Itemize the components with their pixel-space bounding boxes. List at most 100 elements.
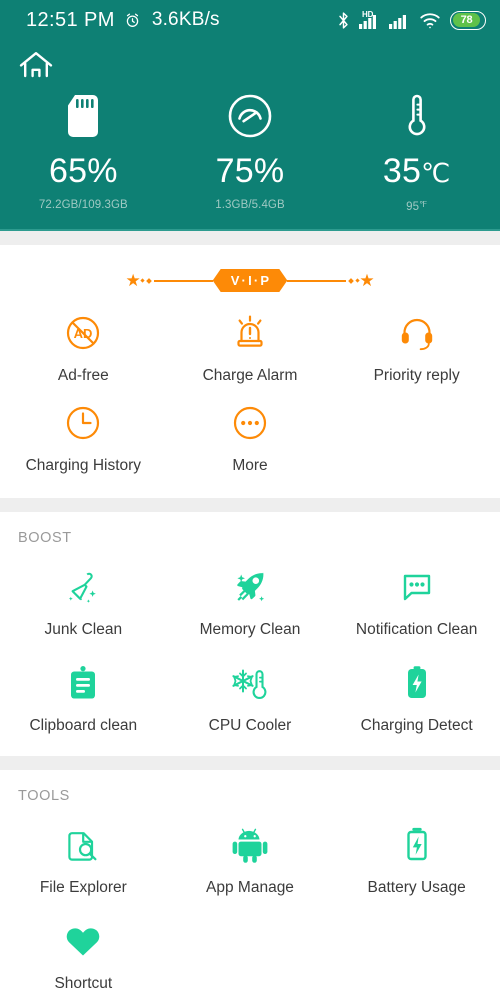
home-button[interactable] — [0, 40, 500, 86]
thermometer-icon — [405, 90, 429, 142]
diamond-dot — [348, 277, 355, 284]
alarm-clock-icon — [124, 12, 141, 29]
headset-icon — [398, 310, 436, 356]
status-bar-right: HD 78 — [337, 9, 486, 30]
vip-item-charge-alarm[interactable]: Charge Alarm — [167, 300, 334, 390]
tools-grid-spacer — [333, 904, 500, 999]
tools-item-label: Shortcut — [54, 975, 113, 993]
vip-item-label: Charge Alarm — [202, 367, 298, 384]
vip-item-label: Ad-free — [57, 367, 109, 384]
header-panel: 65% 72.2GB/109.3GB 75% 1.3GB/5.4GB 35℃ 9… — [0, 40, 500, 229]
battery-indicator: 78 — [450, 10, 486, 30]
stat-memory-value: 75% — [215, 152, 285, 190]
tools-item-file-explorer[interactable]: File Explorer — [0, 808, 167, 904]
status-time: 12:51 PM — [26, 8, 115, 31]
network-speed: 3.6KB/s — [151, 9, 220, 30]
chat-bubble-icon — [397, 564, 437, 610]
tools-item-label: App Manage — [206, 879, 294, 897]
stat-storage-value: 65% — [49, 152, 118, 190]
vip-item-charging-history[interactable]: Charging History — [0, 390, 167, 480]
broom-icon — [63, 564, 103, 610]
boost-grid: Junk Clean Memory Clean Notification Cle… — [0, 550, 500, 756]
boost-item-label: Notification Clean — [355, 621, 478, 639]
boost-item-label: Charging Detect — [360, 717, 473, 735]
tools-section: TOOLS File Explorer App Manage Battery U… — [0, 770, 500, 999]
stat-temperature[interactable]: 35℃ 95℉ — [333, 90, 500, 213]
boost-section-title: BOOST — [18, 530, 72, 547]
tools-item-app-manage[interactable]: App Manage — [167, 808, 334, 904]
cellular-signal-icon — [389, 12, 410, 29]
boost-item-label: CPU Cooler — [208, 717, 292, 735]
heart-icon — [63, 918, 103, 964]
rocket-icon — [230, 564, 270, 610]
temp-f-unit: ℉ — [419, 199, 428, 209]
section-gap — [0, 231, 500, 245]
decoration-line — [287, 279, 347, 282]
more-dots-icon — [231, 400, 269, 446]
tools-item-shortcut[interactable]: Shortcut — [0, 904, 167, 999]
vip-item-priority-reply[interactable]: Priority reply — [333, 300, 500, 390]
vip-item-more[interactable]: More — [167, 390, 334, 480]
temp-f-number: 95 — [406, 201, 420, 213]
temp-number: 35 — [382, 152, 422, 190]
star-icon: ★ — [359, 271, 375, 290]
diamond-dot — [140, 278, 145, 283]
boost-item-charging-detect[interactable]: Charging Detect — [333, 646, 500, 742]
stat-storage-sub: 72.2GB/109.3GB — [38, 199, 128, 211]
boost-item-cpu-cooler[interactable]: CPU Cooler — [167, 646, 334, 742]
android-robot-icon — [230, 822, 270, 868]
vip-decoration-right — [287, 277, 360, 284]
file-search-icon — [63, 822, 103, 868]
clock-icon — [64, 400, 102, 446]
sd-card-icon — [68, 90, 99, 142]
boost-item-label: Clipboard clean — [29, 717, 138, 735]
vip-item-label: More — [232, 457, 268, 475]
boost-section: BOOST Junk Clean Memory Clean Notificati… — [0, 512, 500, 757]
stat-memory[interactable]: 75% 1.3GB/5.4GB — [167, 90, 334, 213]
header-stats: 65% 72.2GB/109.3GB 75% 1.3GB/5.4GB 35℃ 9… — [0, 90, 500, 213]
bluetooth-icon — [337, 11, 350, 30]
boost-item-label: Memory Clean — [199, 621, 301, 639]
vip-item-label: Priority reply — [373, 367, 460, 384]
boost-item-label: Junk Clean — [44, 621, 123, 639]
star-icon: ★ — [125, 271, 141, 290]
vip-item-ad-free[interactable]: AD Ad-free — [0, 300, 167, 390]
speedometer-icon — [227, 90, 273, 142]
vip-section: ★ V·I·P ★ AD Ad-free Charge Alarm Priori… — [0, 245, 500, 499]
stat-temperature-sub: 95℉ — [406, 199, 427, 213]
tools-item-label: Battery Usage — [367, 879, 466, 897]
diamond-dot — [145, 277, 152, 284]
vip-feature-grid: AD Ad-free Charge Alarm Priority reply C… — [0, 300, 500, 498]
boost-item-clipboard-clean[interactable]: Clipboard clean — [0, 646, 167, 742]
stat-storage[interactable]: 65% 72.2GB/109.3GB — [0, 90, 167, 213]
wifi-icon — [419, 12, 441, 29]
tools-section-title: TOOLS — [18, 788, 70, 805]
ad-free-icon: AD — [64, 310, 102, 356]
snowflake-thermometer-icon — [229, 660, 271, 706]
vip-item-label: Charging History — [25, 457, 142, 475]
battery-bolt-outline-icon — [397, 822, 437, 868]
battery-bolt-icon — [397, 660, 437, 706]
battery-percent: 78 — [460, 13, 473, 26]
decoration-line — [153, 279, 213, 282]
home-icon — [18, 50, 500, 80]
stat-temperature-value: 35℃ — [383, 154, 451, 188]
hd-label: HD — [362, 9, 374, 19]
vip-decoration-left — [140, 277, 213, 284]
boost-item-memory-clean[interactable]: Memory Clean — [167, 550, 334, 646]
clipboard-icon — [63, 660, 103, 706]
boost-item-junk-clean[interactable]: Junk Clean — [0, 550, 167, 646]
vip-grid-spacer — [333, 390, 500, 480]
status-bar: 12:51 PM 3.6KB/s HD 78 — [0, 0, 500, 40]
svg-text:AD: AD — [74, 326, 93, 341]
vip-badge[interactable]: V·I·P — [213, 269, 288, 292]
boost-item-notification-clean[interactable]: Notification Clean — [333, 550, 500, 646]
tools-item-label: File Explorer — [39, 879, 127, 897]
tools-item-battery-usage[interactable]: Battery Usage — [333, 808, 500, 904]
vip-banner: ★ V·I·P ★ — [0, 245, 500, 300]
tools-grid-spacer — [167, 904, 334, 999]
cellular-signal-icon: HD — [359, 9, 380, 29]
tools-grid: File Explorer App Manage Battery Usage S… — [0, 808, 500, 999]
alarm-siren-icon — [231, 310, 269, 356]
temp-unit: ℃ — [421, 158, 451, 188]
